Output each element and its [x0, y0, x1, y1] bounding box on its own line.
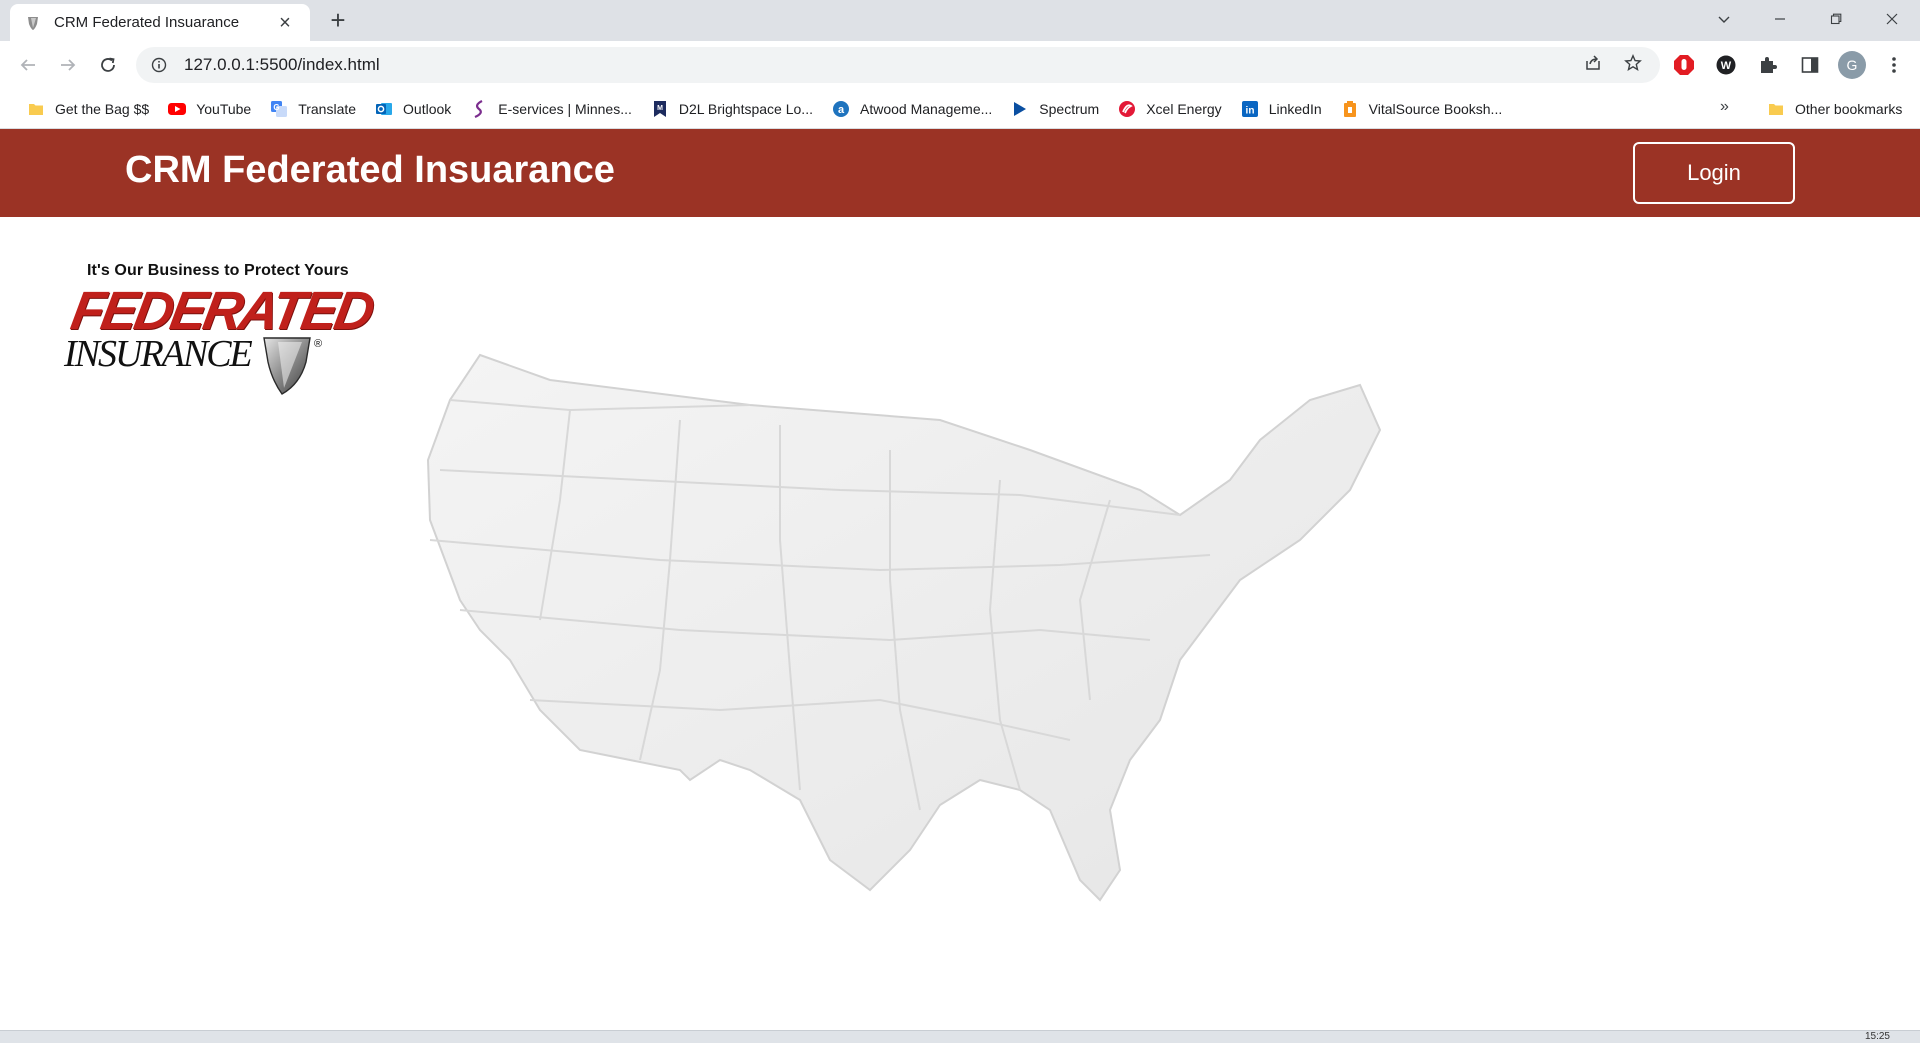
spectrum-icon: [1011, 100, 1029, 118]
browser-menu-icon[interactable]: [1880, 51, 1908, 79]
restore-icon[interactable]: [1808, 0, 1864, 37]
bookmark-xcel[interactable]: Xcel Energy: [1111, 94, 1228, 124]
translate-icon: G: [270, 100, 288, 118]
atwood-icon: a: [832, 100, 850, 118]
tab-close-icon[interactable]: ×: [274, 12, 296, 34]
bookmark-label: VitalSource Booksh...: [1368, 101, 1503, 117]
bookmark-label: Get the Bag $$: [55, 101, 150, 117]
outlook-icon: [375, 100, 393, 118]
site-header: CRM Federated Insuarance Login: [0, 129, 1920, 217]
bookmark-linkedin[interactable]: in LinkedIn: [1234, 94, 1329, 124]
bookmark-label: Translate: [298, 101, 357, 117]
shield-favicon-icon: [24, 14, 42, 32]
more-bookmarks-chevron[interactable]: »: [1720, 98, 1729, 116]
usa-map-outline: [426, 353, 1382, 902]
eservices-icon: [470, 100, 488, 118]
svg-text:G: G: [274, 103, 280, 112]
usa-map-image: [426, 353, 1382, 902]
logo-registered-mark: ®: [314, 338, 323, 350]
other-bookmarks-label: Other bookmarks: [1795, 101, 1903, 117]
extension-bar: W G: [1670, 51, 1908, 79]
logo-tagline: It's Our Business to Protect Yours: [87, 262, 349, 279]
window-controls: [1696, 0, 1920, 37]
bookmark-other-folder[interactable]: Other bookmarks: [1760, 94, 1909, 124]
svg-text:a: a: [838, 104, 845, 116]
site-title: CRM Federated Insuarance: [125, 149, 615, 191]
reload-icon[interactable]: [94, 51, 122, 79]
new-tab-plus-icon[interactable]: +: [326, 7, 350, 33]
minimize-icon[interactable]: [1752, 0, 1808, 37]
bookmark-label: E-services | Minnes...: [498, 101, 632, 117]
bookmark-spectrum[interactable]: Spectrum: [1004, 94, 1106, 124]
bookmark-label: Outlook: [403, 101, 452, 117]
browser-tab-active[interactable]: CRM Federated Insuarance ×: [10, 4, 310, 41]
tab-title: CRM Federated Insuarance: [54, 14, 240, 31]
adblock-extension-icon[interactable]: [1670, 51, 1698, 79]
folder-icon: [27, 100, 45, 118]
address-url: 127.0.0.1:5500/index.html: [184, 55, 380, 74]
profile-avatar[interactable]: G: [1838, 51, 1866, 79]
bookmark-label: Atwood Manageme...: [859, 101, 993, 117]
browser-tabstrip: CRM Federated Insuarance × +: [0, 0, 1920, 41]
vitalsource-icon: [1341, 100, 1359, 118]
svg-text:M: M: [657, 105, 663, 112]
bookmark-outlook[interactable]: Outlook: [368, 94, 458, 124]
bookmark-label: Spectrum: [1039, 101, 1100, 117]
taskbar-clock: 15:25: [1864, 1031, 1890, 1042]
bookmark-star-icon[interactable]: [1624, 53, 1642, 77]
bookmark-youtube[interactable]: YouTube: [161, 94, 258, 124]
d2l-icon: M: [651, 100, 669, 118]
federated-insurance-logo: It's Our Business to Protect Yours FEDER…: [62, 258, 376, 398]
shield-logo-icon: [263, 337, 311, 395]
bookmark-atwood[interactable]: a Atwood Manageme...: [825, 94, 999, 124]
address-bar[interactable]: 127.0.0.1:5500/index.html: [136, 47, 1660, 83]
svg-text:W: W: [1721, 60, 1732, 72]
bookmark-vitalsource[interactable]: VitalSource Booksh...: [1334, 94, 1510, 124]
bookmark-label: D2L Brightspace Lo...: [678, 101, 813, 117]
share-icon[interactable]: [1584, 54, 1602, 77]
omnibox-actions: [1584, 53, 1660, 77]
os-taskbar: 15:25: [0, 1030, 1920, 1043]
tab-search-chevron-icon[interactable]: [1696, 0, 1752, 37]
wordtune-extension-icon[interactable]: W: [1712, 51, 1740, 79]
site-info-icon[interactable]: [150, 56, 168, 74]
bookmark-translate[interactable]: G Translate: [263, 94, 363, 124]
linkedin-icon: in: [1241, 100, 1259, 118]
forward-arrow-icon[interactable]: [54, 51, 82, 79]
close-window-icon[interactable]: [1864, 0, 1920, 37]
youtube-icon: [168, 100, 187, 118]
xcel-icon: [1118, 100, 1136, 118]
bookmark-label: LinkedIn: [1268, 101, 1322, 117]
folder-icon: [1767, 100, 1785, 118]
bookmarks-list: Get the Bag $$ YouTube G Translate Outlo…: [20, 89, 1514, 129]
browser-toolbar: 127.0.0.1:5500/index.html W G: [0, 41, 1920, 89]
login-button[interactable]: Login: [1633, 142, 1795, 204]
svg-text:in: in: [1245, 106, 1254, 117]
logo-wordmark-insurance: INSURANCE: [64, 333, 253, 375]
bookmarks-bar: Get the Bag $$ YouTube G Translate Outlo…: [0, 89, 1920, 129]
back-arrow-icon[interactable]: [14, 51, 42, 79]
bookmark-get-the-bag[interactable]: Get the Bag $$: [20, 94, 156, 124]
bookmark-d2l[interactable]: M D2L Brightspace Lo...: [644, 94, 820, 124]
bookmark-eservices[interactable]: E-services | Minnes...: [463, 94, 639, 124]
bookmark-label: YouTube: [196, 101, 252, 117]
extensions-puzzle-icon[interactable]: [1754, 51, 1782, 79]
side-panel-icon[interactable]: [1796, 51, 1824, 79]
bookmark-label: Xcel Energy: [1146, 101, 1222, 117]
